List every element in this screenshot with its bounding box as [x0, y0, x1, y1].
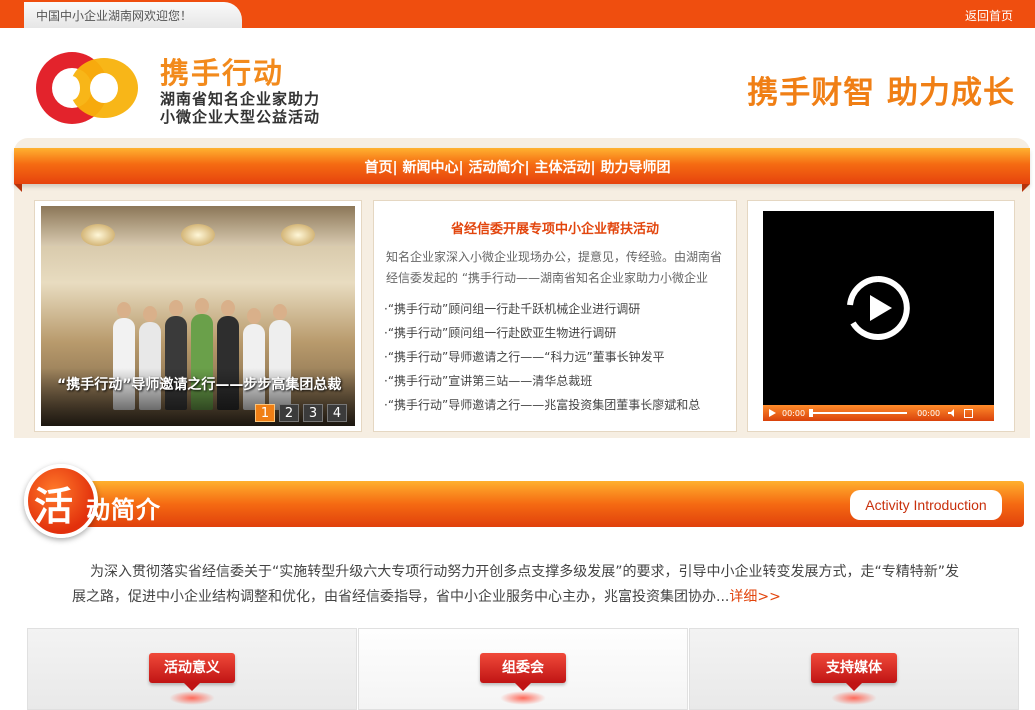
chandelier-image	[81, 224, 115, 246]
video-controls: 00:00 00:00	[763, 405, 994, 421]
news-list: ·“携手行动”顾问组一行赴千跃机械企业进行调研 ·“携手行动”顾问组一行赴欧亚生…	[384, 297, 730, 417]
intro-text: 为深入贯彻落实省经信委关于“实施转型升级六大专项行动努力开创多点支撑多级发展”的…	[72, 564, 960, 605]
news-item[interactable]: ·“携手行动”宣讲第三站——清华总裁班	[384, 369, 730, 393]
slider-caption[interactable]: “携手行动”导师邀请之行——步步高集团总裁	[57, 374, 341, 394]
nav-separator: |	[458, 160, 464, 176]
person-head	[273, 304, 287, 320]
slider-photo[interactable]: “携手行动”导师邀请之行——步步高集团总裁 1 2 3 4	[41, 206, 355, 426]
person-head	[169, 300, 183, 316]
nav-separator: |	[590, 160, 596, 176]
slider-page-2[interactable]: 2	[279, 404, 299, 422]
photo-slider: “携手行动”导师邀请之行——步步高集团总裁 1 2 3 4	[34, 200, 362, 432]
news-item[interactable]: ·“携手行动”顾问组一行赴欧亚生物进行调研	[384, 321, 730, 345]
video-panel: 00:00 00:00	[747, 200, 1015, 432]
play-icon[interactable]	[845, 275, 911, 341]
video-player[interactable]	[763, 211, 994, 407]
news-panel: 省经信委开展专项中小企业帮扶活动 知名企业家深入小微企业现场办公，提意见，传经验…	[373, 200, 737, 432]
nav-item-intro[interactable]: 活动简介	[469, 160, 525, 176]
section-title: 动简介	[86, 496, 161, 524]
tag-glow	[169, 691, 215, 705]
news-item[interactable]: ·“携手行动”导师邀请之行——兆富投资集团董事长廖斌和总	[384, 393, 730, 417]
nav-item-activities[interactable]: 主体活动	[535, 160, 591, 176]
logo-icon	[36, 52, 138, 124]
tag-media-button[interactable]: 支持媒体	[811, 653, 897, 683]
nav-separator: |	[524, 160, 530, 176]
video-play-icon[interactable]	[769, 409, 776, 417]
intro-paragraph: 为深入贯彻落实省经信委关于“实施转型升级六大专项行动努力开创多点支撑多级发展”的…	[72, 560, 972, 610]
video-time-current: 00:00	[782, 408, 806, 418]
person-head	[117, 302, 131, 318]
main-nav: 首页| 新闻中心| 活动简介| 主体活动| 助力导师团	[0, 157, 1035, 177]
tag-pin	[184, 683, 200, 691]
news-intro: 知名企业家深入小微企业现场办公，提意见，传经验。由湖南省经信委发起的 “携手行动…	[386, 250, 723, 285]
news-item[interactable]: ·“携手行动”导师邀请之行——“科力远”董事长钟发平	[384, 345, 730, 369]
volume-icon[interactable]	[948, 409, 958, 417]
video-time-total: 00:00	[917, 408, 941, 418]
tag-pin	[846, 683, 862, 691]
video-seek-bar[interactable]	[809, 409, 908, 417]
nav-item-home[interactable]: 首页	[365, 160, 393, 176]
tag-committee-button[interactable]: 组委会	[480, 653, 566, 683]
slider-page-3[interactable]: 3	[303, 404, 323, 422]
nav-item-mentors[interactable]: 助力导师团	[601, 160, 671, 176]
section-english-title: Activity Introduction	[850, 490, 1002, 520]
section-title-big-char: 活	[34, 485, 74, 530]
nav-wing-left	[14, 184, 22, 192]
fullscreen-icon[interactable]	[964, 408, 974, 418]
nav-item-news[interactable]: 新闻中心	[403, 160, 459, 176]
tag-pin	[515, 683, 531, 691]
news-item[interactable]: ·“携手行动”顾问组一行赴千跃机械企业进行调研	[384, 297, 730, 321]
nav-wing-right	[1022, 184, 1030, 192]
person-head	[143, 306, 157, 322]
slider-page-1[interactable]: 1	[255, 404, 275, 422]
person-head	[221, 300, 235, 316]
tag-glow	[500, 691, 546, 705]
welcome-text: 中国中小企业湖南网欢迎您！	[36, 9, 193, 23]
tile-committee: 组委会	[358, 628, 688, 710]
person-head	[195, 298, 209, 314]
chandelier-image	[281, 224, 315, 246]
chandelier-image	[181, 224, 215, 246]
tile-significance: 活动意义	[27, 628, 357, 710]
tag-glow	[831, 691, 877, 705]
slider-page-4[interactable]: 4	[327, 404, 347, 422]
tile-media: 支持媒体	[689, 628, 1019, 710]
logo-title: 携手行动	[160, 56, 285, 90]
person-head	[247, 308, 261, 324]
more-link[interactable]: 详细>>	[729, 589, 780, 605]
tag-significance-button[interactable]: 活动意义	[149, 653, 235, 683]
home-link[interactable]: 返回首页	[965, 7, 1013, 24]
logo-subtitle-2: 小微企业大型公益活动	[160, 108, 321, 126]
video-seek-knob[interactable]	[809, 409, 814, 417]
nav-separator: |	[392, 160, 398, 176]
slogan: 携手财智 助力成长	[747, 75, 1015, 111]
slider-pager: 1 2 3 4	[255, 404, 347, 422]
news-headline[interactable]: 省经信委开展专项中小企业帮扶活动	[374, 218, 736, 237]
